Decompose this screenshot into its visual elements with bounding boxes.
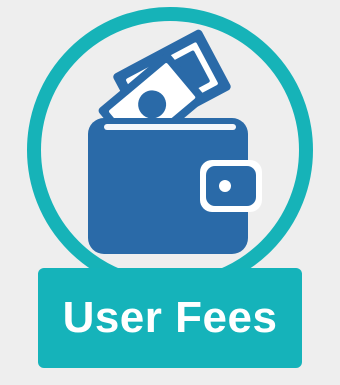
user-fees-badge: User Fees xyxy=(0,0,340,385)
wallet-with-cash-icon xyxy=(88,29,262,254)
badge-label: User Fees xyxy=(62,293,278,342)
label-container: User Fees xyxy=(38,268,302,368)
